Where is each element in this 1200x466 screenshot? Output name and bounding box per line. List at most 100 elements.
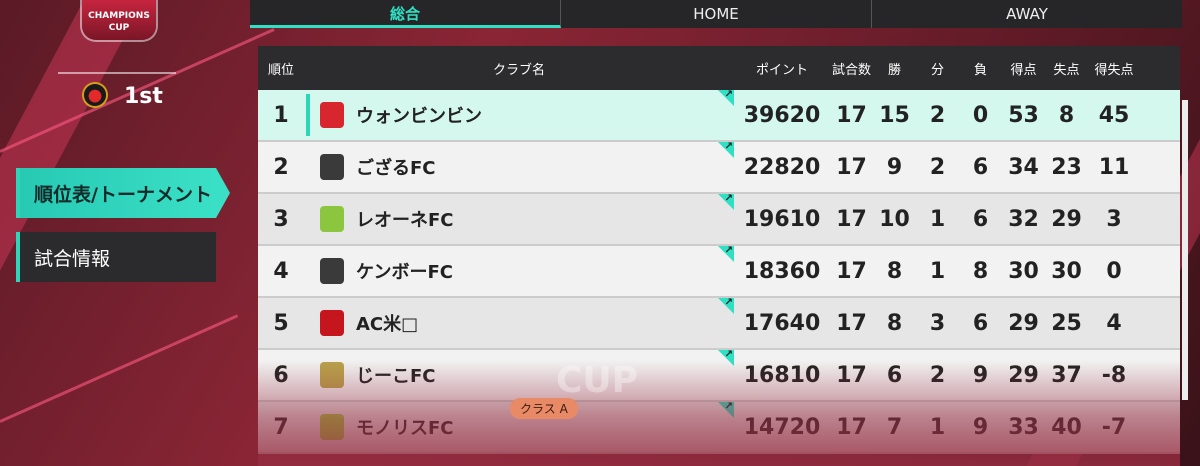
- row-gf: 53: [1008, 102, 1039, 128]
- club-detail-arrow-icon[interactable]: ↗: [718, 297, 734, 314]
- row-gd: 4: [1106, 310, 1122, 336]
- table-row[interactable]: 4 ケンボーFC ↗ 18360 17 8 1 8 30 30 0: [258, 245, 1180, 298]
- row-lost: 6: [972, 206, 989, 232]
- arrow-glyph: ↗: [724, 245, 733, 256]
- cup-watermark: CUP: [556, 360, 639, 401]
- class-badge: クラス A: [510, 398, 578, 419]
- club-crest-icon: [320, 102, 344, 128]
- row-gd: 0: [1106, 258, 1122, 284]
- row-position: 3: [273, 206, 289, 232]
- club-detail-arrow-icon[interactable]: ↗: [718, 89, 734, 106]
- arrow-glyph: ↗: [724, 193, 733, 204]
- row-points: 18360: [743, 258, 821, 284]
- header-club: クラブ名: [492, 62, 545, 78]
- menu-match-info[interactable]: 試合情報: [16, 232, 216, 282]
- row-drawn: 1: [929, 258, 946, 284]
- row-ga: 30: [1051, 258, 1082, 284]
- divider: [58, 72, 176, 74]
- bottom-fade: [258, 360, 1180, 466]
- row-won: 9: [886, 154, 903, 180]
- club-cell: ケンボーFC ↗: [304, 245, 734, 296]
- row-gf: 32: [1008, 206, 1039, 232]
- row-played: 17: [836, 206, 867, 232]
- menu-standings-tournament[interactable]: 順位表/トーナメント: [16, 168, 230, 218]
- row-played: 17: [836, 154, 867, 180]
- header-lost: 負: [973, 62, 987, 78]
- club-crest-icon: [320, 206, 344, 232]
- table-row[interactable]: 2 ござるFC ↗ 22820 17 9 2 6 34 23 11: [258, 141, 1180, 194]
- row-drawn: 2: [929, 154, 946, 180]
- row-points: 39620: [743, 102, 821, 128]
- row-position: 5: [273, 310, 289, 336]
- club-cell: ウォンビンビン ↗: [304, 89, 734, 140]
- row-lost: 0: [972, 102, 989, 128]
- row-lost: 6: [972, 310, 989, 336]
- row-gf: 34: [1008, 154, 1039, 180]
- row-ga: 25: [1051, 310, 1082, 336]
- club-cell: ござるFC ↗: [304, 141, 734, 192]
- row-points: 19610: [743, 206, 821, 232]
- row-won: 8: [886, 258, 903, 284]
- arrow-glyph: ↗: [724, 89, 733, 100]
- club-crest-icon: [320, 310, 344, 336]
- club-detail-arrow-icon[interactable]: ↗: [718, 193, 734, 210]
- row-gd: 45: [1098, 102, 1130, 128]
- table-row[interactable]: 1 ウォンビンビン ↗ 39620 17 15 2 0 53 8 45: [258, 89, 1180, 142]
- arrow-glyph: ↗: [724, 349, 733, 360]
- row-played: 17: [836, 258, 867, 284]
- selected-indicator: [306, 94, 310, 136]
- club-name: ケンボーFC: [356, 262, 453, 283]
- row-played: 17: [836, 310, 867, 336]
- menu-label: 順位表/トーナメント: [34, 183, 212, 206]
- header-gf: 得点: [1010, 62, 1037, 78]
- header-played: 試合数: [831, 62, 871, 78]
- header-won: 勝: [887, 62, 901, 78]
- row-gd: 11: [1098, 154, 1130, 180]
- club-crest-icon: [84, 84, 106, 106]
- row-gf: 30: [1008, 258, 1039, 284]
- row-ga: 29: [1051, 206, 1082, 232]
- tab-home[interactable]: HOME: [561, 0, 872, 28]
- club-detail-arrow-icon[interactable]: ↗: [718, 141, 734, 158]
- champions-cup-logo: CHAMPIONS CUP: [82, 0, 156, 40]
- standings-tabs: 総合 HOME AWAY: [250, 0, 1182, 28]
- row-won: 15: [879, 102, 910, 128]
- club-cell: レオーネFC ↗: [304, 193, 734, 244]
- bg-line: [0, 314, 239, 423]
- header-pos: 順位: [267, 62, 294, 78]
- header-points: ポイント: [755, 62, 808, 78]
- arrow-glyph: ↗: [724, 297, 733, 308]
- row-position: 4: [273, 258, 289, 284]
- tab-away[interactable]: AWAY: [872, 0, 1182, 28]
- header-drawn: 分: [930, 62, 944, 78]
- arrow-glyph: ↗: [724, 141, 733, 152]
- row-points: 22820: [743, 154, 821, 180]
- table-row[interactable]: 3 レオーネFC ↗ 19610 17 10 1 6 32 29 3: [258, 193, 1180, 246]
- row-lost: 8: [972, 258, 989, 284]
- table-row[interactable]: 5 AC米□ ↗ 17640 17 8 3 6 29 25 4: [258, 297, 1180, 350]
- row-ga: 23: [1051, 154, 1082, 180]
- club-name: AC米□: [356, 314, 419, 335]
- tab-overall[interactable]: 総合: [250, 0, 561, 28]
- row-won: 10: [879, 206, 910, 232]
- club-name: ござるFC: [356, 158, 436, 179]
- row-drawn: 1: [929, 206, 946, 232]
- row-position: 2: [273, 154, 289, 180]
- scrollbar[interactable]: [1182, 100, 1188, 400]
- row-points: 17640: [743, 310, 821, 336]
- logo-line2: CUP: [108, 23, 130, 33]
- row-won: 8: [886, 310, 903, 336]
- menu-label: 試合情報: [34, 247, 111, 270]
- header-ga: 失点: [1053, 62, 1080, 78]
- row-played: 17: [836, 102, 867, 128]
- club-name: レオーネFC: [356, 210, 454, 231]
- club-crest-icon: [320, 154, 344, 180]
- header-gd: 得失点: [1094, 62, 1134, 78]
- current-rank: 1st: [124, 84, 163, 109]
- club-detail-arrow-icon[interactable]: ↗: [718, 245, 734, 262]
- row-gf: 29: [1008, 310, 1039, 336]
- club-crest-icon: [320, 258, 344, 284]
- row-gd: 3: [1106, 206, 1122, 232]
- row-position: 1: [273, 102, 289, 128]
- row-ga: 8: [1058, 102, 1075, 128]
